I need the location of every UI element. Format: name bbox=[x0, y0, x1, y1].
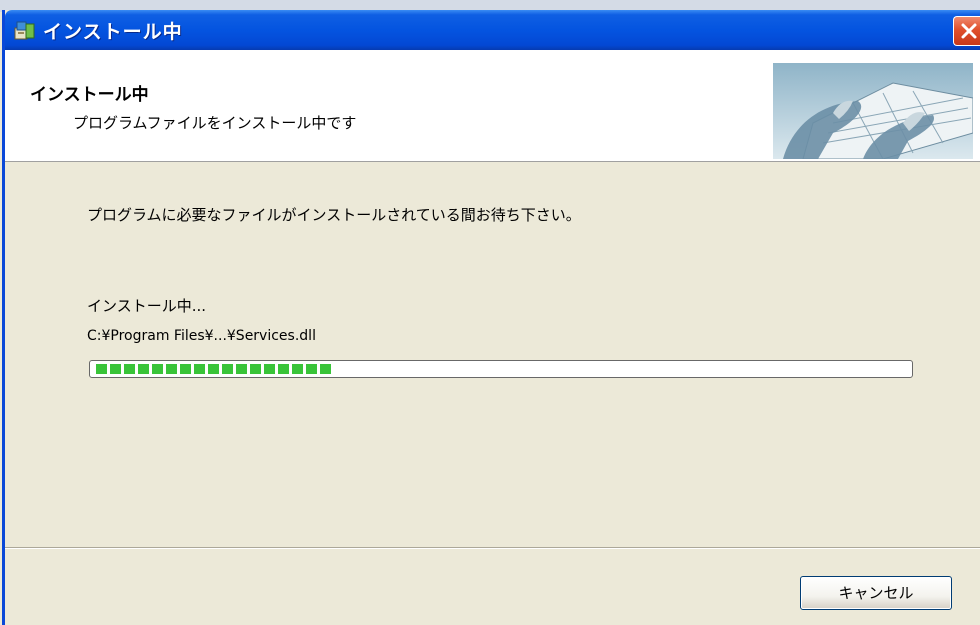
progress-segment bbox=[166, 364, 177, 374]
installer-window: インストール中 インストール中 プログラムファイルをインストール中です プログラ… bbox=[2, 10, 980, 625]
progress-segment bbox=[152, 364, 163, 374]
progress-bar bbox=[89, 360, 913, 378]
progress-segment bbox=[250, 364, 261, 374]
progress-segment bbox=[306, 364, 317, 374]
progress-segment bbox=[292, 364, 303, 374]
progress-segment bbox=[180, 364, 191, 374]
progress-segment bbox=[124, 364, 135, 374]
progress-segment bbox=[222, 364, 233, 374]
progress-segment bbox=[236, 364, 247, 374]
keyboard-typing-image bbox=[773, 63, 973, 159]
progress-segment bbox=[278, 364, 289, 374]
cancel-button[interactable]: キャンセル bbox=[800, 576, 952, 610]
installer-icon bbox=[13, 18, 37, 42]
progress-segment bbox=[110, 364, 121, 374]
close-button[interactable] bbox=[953, 16, 980, 46]
close-icon bbox=[961, 23, 977, 39]
header-title: インストール中 bbox=[30, 85, 149, 105]
progress-bar-fill bbox=[96, 364, 331, 374]
progress-segment bbox=[264, 364, 275, 374]
progress-segment bbox=[208, 364, 219, 374]
status-label: インストール中... bbox=[87, 297, 207, 315]
header-banner: インストール中 プログラムファイルをインストール中です bbox=[5, 50, 980, 162]
title-bar[interactable]: インストール中 bbox=[5, 10, 980, 50]
header-subtitle: プログラムファイルをインストール中です bbox=[73, 114, 357, 132]
progress-segment bbox=[194, 364, 205, 374]
footer-separator bbox=[5, 547, 980, 549]
window-title: インストール中 bbox=[43, 21, 183, 43]
progress-segment bbox=[320, 364, 331, 374]
progress-segment bbox=[138, 364, 149, 374]
progress-segment bbox=[96, 364, 107, 374]
info-message: プログラムに必要なファイルがインストールされている間お待ち下さい。 bbox=[87, 206, 581, 224]
current-file-path: C:¥Program Files¥...¥Services.dll bbox=[87, 328, 316, 344]
